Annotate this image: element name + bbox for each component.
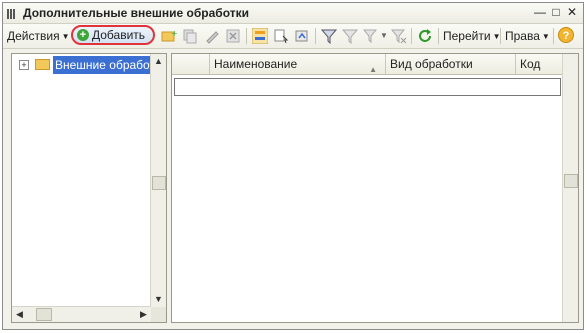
column-header-icon[interactable] (172, 54, 210, 74)
tree-item[interactable]: + Внешние обработки (14, 56, 157, 74)
svg-text:+: + (171, 29, 177, 38)
items-grid[interactable]: Наименование ▲ Вид обработки Код (171, 53, 579, 323)
maximize-button[interactable]: □ (549, 5, 563, 19)
column-header-type[interactable]: Вид обработки (386, 54, 516, 74)
expand-icon[interactable]: + (19, 60, 29, 70)
parent-level-icon[interactable] (294, 28, 310, 44)
tree-scroll-thumb[interactable] (152, 176, 166, 190)
help-icon[interactable]: ? (558, 27, 574, 43)
rights-menu-label: Права (505, 29, 540, 43)
sort-ascending-icon: ▲ (369, 65, 377, 74)
clear-filter-icon[interactable] (391, 28, 407, 44)
minimize-button[interactable]: — (533, 5, 547, 19)
toolbar-separator (246, 28, 247, 44)
groups-tree[interactable]: + Внешние обработки ▲ ▼ ◀ ▶ (11, 53, 167, 323)
close-button[interactable]: ✕ (565, 5, 579, 19)
actions-menu[interactable]: Действия ▼ (7, 27, 70, 45)
add-button[interactable]: + Добавить (71, 25, 155, 45)
tree-hscroll-thumb[interactable] (36, 308, 52, 321)
toolbar-separator (553, 28, 554, 44)
title-bar: Дополнительные внешние обработки — □ ✕ (3, 3, 583, 24)
add-button-label: Добавить (92, 28, 146, 42)
toolbar-separator (411, 28, 412, 44)
scroll-left-icon[interactable]: ◀ (12, 307, 27, 322)
tree-vertical-scrollbar[interactable]: ▲ ▼ (150, 54, 166, 307)
window-title: Дополнительные внешние обработки (23, 6, 249, 20)
filter-value-icon[interactable] (342, 28, 358, 44)
column-header-name-label: Наименование (214, 57, 298, 71)
dropdown-arrow-icon: ▼ (61, 32, 70, 41)
copy-icon[interactable] (182, 28, 198, 44)
scroll-up-icon[interactable]: ▲ (151, 54, 166, 69)
filter-history-icon[interactable] (363, 28, 379, 44)
column-header-code-label: Код (520, 57, 541, 71)
toolbar-separator (315, 28, 316, 44)
toolbar-separator (500, 28, 501, 44)
actions-menu-label: Действия (7, 29, 60, 43)
grid-vertical-scrollbar[interactable] (562, 54, 578, 322)
tree-horizontal-scrollbar[interactable]: ◀ ▶ (12, 306, 151, 322)
edit-icon[interactable] (204, 28, 220, 44)
app-icon (7, 8, 18, 19)
column-header-type-label: Вид обработки (390, 57, 473, 71)
grid-header: Наименование ▲ Вид обработки Код (172, 54, 565, 75)
tree-item-label: Внешние обработки (53, 56, 157, 74)
goto-menu[interactable]: Перейти ▼ (443, 27, 500, 45)
grid-scroll-thumb[interactable] (564, 174, 578, 188)
goto-menu-label: Перейти (443, 29, 491, 43)
main-window: Дополнительные внешние обработки — □ ✕ Д… (2, 2, 584, 330)
table-row[interactable] (174, 78, 561, 96)
toolbar-separator (438, 28, 439, 44)
scroll-corner (151, 307, 166, 322)
scroll-down-icon[interactable]: ▼ (151, 292, 166, 307)
filter-dropdown-icon[interactable]: ▼ (380, 27, 388, 45)
filter-icon[interactable] (321, 28, 337, 44)
scroll-right-icon[interactable]: ▶ (136, 307, 151, 322)
add-plus-icon: + (77, 29, 89, 41)
toolbar: Действия ▼ + Добавить + ▼ Перейти ▼ Права ▼… (3, 24, 583, 49)
rights-menu[interactable]: Права ▼ (505, 27, 550, 45)
add-folder-icon[interactable]: + (161, 28, 177, 44)
dropdown-arrow-icon: ▼ (541, 32, 550, 41)
column-header-name[interactable]: Наименование ▲ (210, 54, 386, 74)
refresh-icon[interactable] (417, 28, 433, 44)
hierarchy-view-icon[interactable] (252, 28, 268, 44)
folder-icon (35, 59, 50, 70)
delete-icon[interactable] (225, 28, 241, 44)
list-view-icon[interactable] (273, 28, 289, 44)
column-header-code[interactable]: Код (516, 54, 565, 74)
